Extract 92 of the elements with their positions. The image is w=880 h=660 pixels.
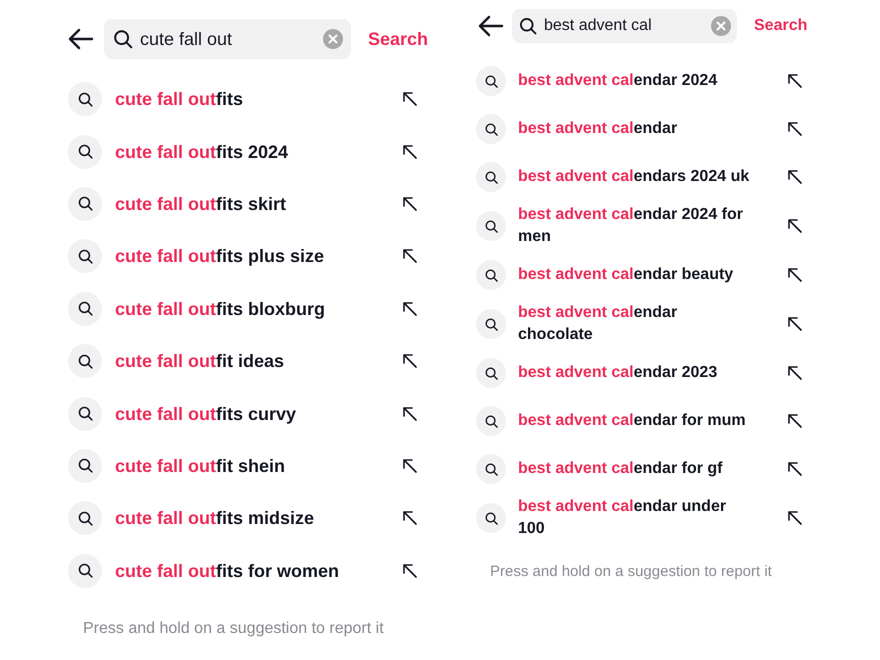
suggestion-item[interactable]: cute fall outfits 2024 [66, 125, 436, 178]
fill-arrow-icon[interactable] [787, 461, 803, 477]
search-icon [76, 562, 94, 580]
search-icon [112, 28, 134, 50]
search-icon [76, 143, 94, 160]
suggestion-item[interactable]: best advent calendar 2024 for men [476, 201, 821, 251]
search-icon [484, 316, 498, 332]
search-icon [484, 170, 498, 184]
suggestion-text: cute fall outfits skirt [115, 192, 288, 215]
fill-arrow-icon[interactable] [402, 196, 418, 212]
suggestion-text: best advent calendar [518, 119, 678, 139]
suggestion-item[interactable]: cute fall outfits plus size [66, 230, 436, 283]
suggestion-item[interactable]: cute fall outfits midsize [66, 492, 436, 545]
fill-arrow-icon[interactable] [787, 510, 803, 526]
fill-arrow-icon[interactable] [787, 413, 803, 429]
suggestion-item[interactable]: cute fall outfits for women [66, 544, 436, 597]
search-icon [484, 74, 498, 88]
suggestion-item[interactable]: best advent calendar [476, 105, 821, 153]
suggestion-text: cute fall outfit shein [115, 454, 286, 477]
search-icon [76, 405, 94, 422]
search-icon [518, 16, 538, 36]
search-icon [484, 414, 498, 428]
fill-arrow-icon[interactable] [402, 300, 418, 317]
suggestion-text: best advent calendar under 100 [518, 497, 728, 539]
search-icon [484, 218, 498, 234]
fill-arrow-icon[interactable] [402, 406, 418, 422]
footer-hint: Press and hold on a suggestion to report it [83, 618, 385, 639]
suggestion-text: best advent calendar for mum [518, 411, 747, 431]
suggestion-item[interactable]: best advent calendars 2024 uk [476, 153, 821, 201]
back-arrow-icon[interactable] [68, 28, 94, 50]
suggestion-item[interactable]: best advent calendar chocolate [476, 299, 821, 349]
fill-arrow-icon[interactable] [787, 218, 803, 234]
suggestion-text: cute fall outfits bloxburg [115, 298, 326, 320]
fill-arrow-icon[interactable] [787, 121, 803, 137]
search-text: best advent cal [544, 16, 653, 36]
search-icon [76, 457, 94, 474]
suggestion-text: best advent calendar beauty [518, 265, 734, 285]
search-icon [484, 268, 498, 282]
back-arrow-icon[interactable] [478, 15, 504, 37]
suggestion-item[interactable]: best advent calendar 2023 [476, 349, 821, 397]
suggestion-text: best advent calendar 2023 [518, 363, 718, 383]
fill-arrow-icon[interactable] [402, 562, 418, 579]
fill-arrow-icon[interactable] [402, 144, 418, 160]
suggestion-item[interactable]: best advent calendar beauty [476, 251, 821, 299]
suggestion-item[interactable]: cute fall outfits curvy [66, 387, 436, 440]
suggestion-item[interactable]: best advent calendar for gf [476, 445, 821, 493]
search-icon [76, 352, 94, 370]
fill-arrow-icon[interactable] [402, 91, 418, 108]
fill-arrow-icon[interactable] [402, 248, 418, 264]
suggestion-text: cute fall outfit ideas [115, 350, 286, 372]
search-field[interactable]: cute fall out [104, 19, 351, 59]
suggestion-text: best advent calendars 2024 uk [518, 167, 750, 187]
suggestion-item[interactable]: cute fall outfits [66, 73, 436, 126]
search-icon [484, 462, 498, 476]
search-icon [76, 195, 94, 212]
suggestion-item[interactable]: cute fall outfits skirt [66, 178, 436, 230]
suggestion-item[interactable]: best advent calendar 2024 [476, 57, 821, 105]
search-icon [76, 510, 94, 527]
suggestion-item[interactable]: best advent calendar under 100 [476, 493, 821, 543]
search-button[interactable]: Search [754, 14, 808, 38]
fill-arrow-icon[interactable] [402, 510, 418, 526]
suggestion-item[interactable]: cute fall outfits bloxburg [66, 282, 436, 335]
search-icon [76, 300, 94, 318]
suggestion-text: best advent calendar chocolate [518, 303, 678, 345]
fill-arrow-icon[interactable] [402, 353, 418, 370]
suggestion-text: cute fall outfits midsize [115, 507, 316, 530]
suggestion-text: best advent calendar 2024 [518, 71, 718, 91]
fill-arrow-icon[interactable] [787, 267, 803, 283]
search-icon [76, 248, 94, 265]
suggestion-text: best advent calendar 2024 for men [518, 205, 744, 247]
search-field[interactable]: best advent cal [512, 9, 737, 43]
fill-arrow-icon[interactable] [787, 73, 803, 89]
search-icon [76, 90, 94, 108]
fill-arrow-icon[interactable] [787, 169, 803, 185]
suggestion-text: cute fall outfits plus size [115, 245, 326, 268]
suggestion-text: cute fall outfits [115, 88, 244, 110]
suggestion-item[interactable]: best advent calendar for mum [476, 397, 821, 445]
suggestion-item[interactable]: cute fall outfit ideas [66, 334, 436, 388]
suggestion-text: cute fall outfits for women [115, 560, 340, 582]
search-icon [484, 366, 498, 380]
search-text: cute fall out [140, 28, 234, 50]
footer-hint: Press and hold on a suggestion to report it [490, 562, 773, 582]
fill-arrow-icon[interactable] [787, 316, 803, 332]
suggestion-text: cute fall outfits 2024 [115, 140, 290, 163]
fill-arrow-icon[interactable] [787, 365, 803, 381]
suggestion-item[interactable]: cute fall outfit shein [66, 440, 436, 492]
suggestion-text: cute fall outfits curvy [115, 402, 298, 425]
search-icon [484, 122, 498, 136]
search-icon [484, 510, 498, 526]
suggestion-text: best advent calendar for gf [518, 459, 724, 479]
search-button[interactable]: Search [368, 26, 428, 52]
fill-arrow-icon[interactable] [402, 458, 418, 474]
